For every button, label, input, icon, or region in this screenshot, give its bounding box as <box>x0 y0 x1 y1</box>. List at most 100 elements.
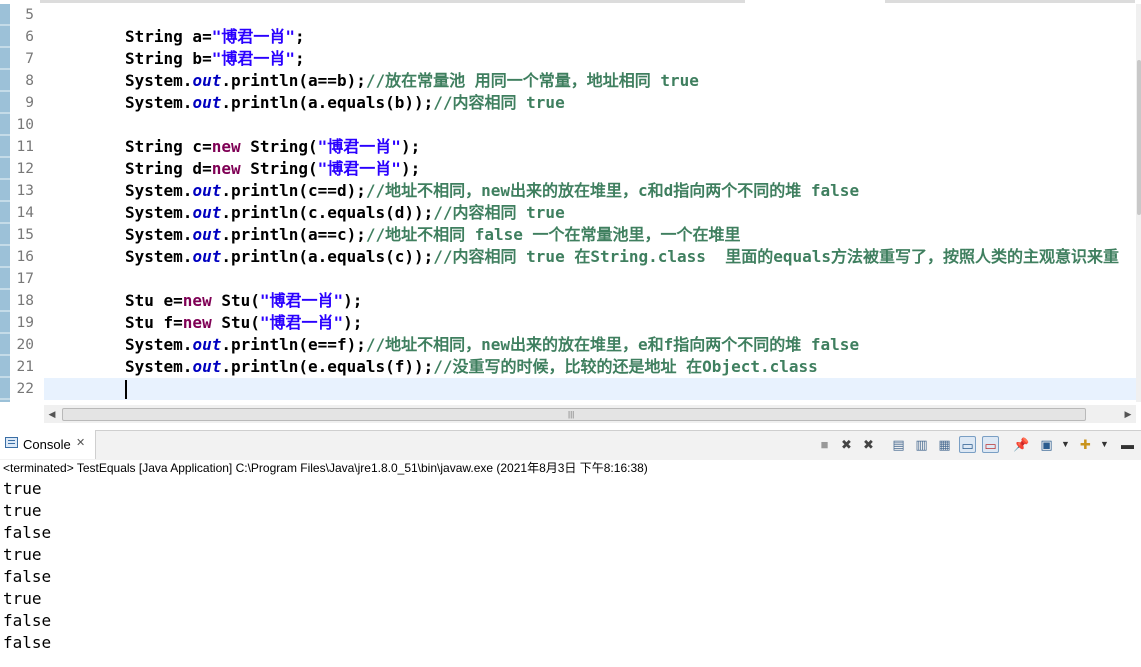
static-field: out <box>192 93 222 112</box>
code-line[interactable]: System.out.println(a.equals(b));//内容相同 t… <box>125 92 565 114</box>
current-line-highlight <box>44 378 1137 400</box>
vertical-scrollbar-thumb[interactable] <box>1137 60 1141 215</box>
code-text: .println(a.equals(c)); <box>221 247 434 266</box>
code-text: String d= <box>125 159 212 178</box>
code-line[interactable]: System.out.println(a.equals(c));//内容相同 t… <box>125 246 1119 268</box>
code-line[interactable]: System.out.println(c.equals(d));//内容相同 t… <box>125 202 565 224</box>
code-text: System. <box>125 181 193 200</box>
display-console-icon[interactable]: ▣ <box>1038 436 1055 453</box>
code-text: ); <box>343 291 363 310</box>
scrollbar-grip-icon: ||| <box>568 410 575 419</box>
line-number: 14 <box>16 205 34 221</box>
static-field: out <box>192 181 222 200</box>
show-on-stderr-icon[interactable]: ▭ <box>982 436 999 453</box>
code-line[interactable]: System.out.println(c==d);//地址不相同，new出来的放… <box>125 180 859 202</box>
code-text: Stu( <box>211 291 260 310</box>
line-number: 12 <box>16 161 34 177</box>
string-literal: "博君一肖" <box>259 313 344 332</box>
code-text: .println(e.equals(f)); <box>221 357 434 376</box>
code-line[interactable]: String b="博君一肖"; <box>125 48 305 70</box>
code-text: ; <box>294 49 305 68</box>
code-text: String( <box>240 159 318 178</box>
scroll-lock-icon[interactable]: ▥ <box>913 436 930 453</box>
code-comment: //没重写的时候，比较的还是地址 在Object.class <box>433 357 818 376</box>
text-caret <box>125 380 127 399</box>
static-field: out <box>192 203 222 222</box>
code-line[interactable]: System.out.println(e.equals(f));//没重写的时候… <box>125 356 818 378</box>
code-comment: //地址不相同，new出来的放在堆里，c和d指向两个不同的堆 false <box>365 181 860 200</box>
code-text: String( <box>240 137 318 156</box>
line-number: 6 <box>25 29 34 45</box>
code-editor[interactable]: 5 6 7 8 9 10 11 12 13 14 15 16 17 18 19 … <box>0 0 1141 426</box>
code-text: .println(c==d); <box>221 181 366 200</box>
keyword: new <box>182 313 212 332</box>
line-number: 18 <box>16 293 34 309</box>
scroll-left-icon[interactable]: ◀ <box>44 405 60 423</box>
code-text: String a= <box>125 27 212 46</box>
word-wrap-icon[interactable]: ▦ <box>936 436 953 453</box>
static-field: out <box>192 357 222 376</box>
console-output-line: true <box>3 501 42 520</box>
static-field: out <box>192 225 222 244</box>
code-text: System. <box>125 203 193 222</box>
console-output-line: false <box>3 611 52 630</box>
line-number: 15 <box>16 227 34 243</box>
line-number: 8 <box>25 73 34 89</box>
string-literal: "博君一肖" <box>259 291 344 310</box>
display-console-dropdown-icon[interactable]: ▼ <box>1057 436 1074 453</box>
code-text: ); <box>400 159 421 178</box>
remove-all-terminated-icon[interactable]: ✖ <box>860 436 877 453</box>
code-text: System. <box>125 225 193 244</box>
code-text: .println(a.equals(b)); <box>221 93 434 112</box>
editor-top-border <box>0 0 1141 5</box>
line-number: 7 <box>25 51 34 67</box>
line-number: 11 <box>16 139 34 155</box>
line-number: 19 <box>16 315 34 331</box>
code-line[interactable]: Stu f=new Stu("博君一肖"); <box>125 312 362 334</box>
string-literal: "博君一肖" <box>317 137 401 156</box>
code-text: ); <box>400 137 421 156</box>
line-number: 9 <box>25 95 34 111</box>
static-field: out <box>192 71 222 90</box>
pin-console-icon[interactable]: 📌 <box>1013 436 1030 453</box>
code-line[interactable]: String a="博君一肖"; <box>125 26 305 48</box>
code-line[interactable]: System.out.println(a==c);//地址不相同 false 一… <box>125 224 741 246</box>
console-tab-label[interactable]: Console <box>23 437 71 452</box>
line-number: 13 <box>16 183 34 199</box>
code-text: .println(e==f); <box>221 335 366 354</box>
code-text: System. <box>125 357 193 376</box>
open-console-icon[interactable]: ✚ <box>1077 436 1094 453</box>
line-number: 5 <box>25 7 34 23</box>
code-line[interactable]: Stu e=new Stu("博君一肖"); <box>125 290 362 312</box>
line-number-gutter: 5 6 7 8 9 10 11 12 13 14 15 16 17 18 19 … <box>10 4 44 402</box>
code-text: Stu e= <box>125 291 183 310</box>
code-text: System. <box>125 93 193 112</box>
close-icon[interactable]: ✕ <box>76 436 85 451</box>
code-comment: //地址不相同 false 一个在常量池里，一个在堆里 <box>365 225 741 244</box>
clear-console-icon[interactable]: ▤ <box>890 436 907 453</box>
code-comment: //地址不相同，new出来的放在堆里，e和f指向两个不同的堆 false <box>365 335 860 354</box>
code-line[interactable]: String c=new String("博君一肖"); <box>125 136 420 158</box>
code-line[interactable]: System.out.println(e==f);//地址不相同，new出来的放… <box>125 334 859 356</box>
terminate-icon[interactable]: ■ <box>816 436 833 453</box>
code-line[interactable]: String d=new String("博君一肖"); <box>125 158 420 180</box>
remove-launch-icon[interactable]: ✖ <box>838 436 855 453</box>
line-number: 10 <box>16 117 34 133</box>
string-literal: "博君一肖" <box>317 159 401 178</box>
keyword: new <box>211 137 241 156</box>
scroll-right-icon[interactable]: ▶ <box>1120 405 1136 423</box>
line-number: 22 <box>16 381 34 397</box>
console-output-line: false <box>3 523 52 542</box>
line-number: 21 <box>16 359 34 375</box>
code-line[interactable]: System.out.println(a==b);//放在常量池 用同一个常量，… <box>125 70 699 92</box>
code-comment: //内容相同 true <box>433 203 565 222</box>
console-output-line: true <box>3 479 42 498</box>
line-number: 16 <box>16 249 34 265</box>
code-text: String c= <box>125 137 212 156</box>
line-number: 17 <box>16 271 34 287</box>
console-icon <box>5 437 18 448</box>
minimize-icon[interactable]: ▬ <box>1119 436 1136 453</box>
open-console-dropdown-icon[interactable]: ▼ <box>1096 436 1113 453</box>
keyword: new <box>211 159 241 178</box>
show-on-stdout-icon[interactable]: ▭ <box>959 436 976 453</box>
